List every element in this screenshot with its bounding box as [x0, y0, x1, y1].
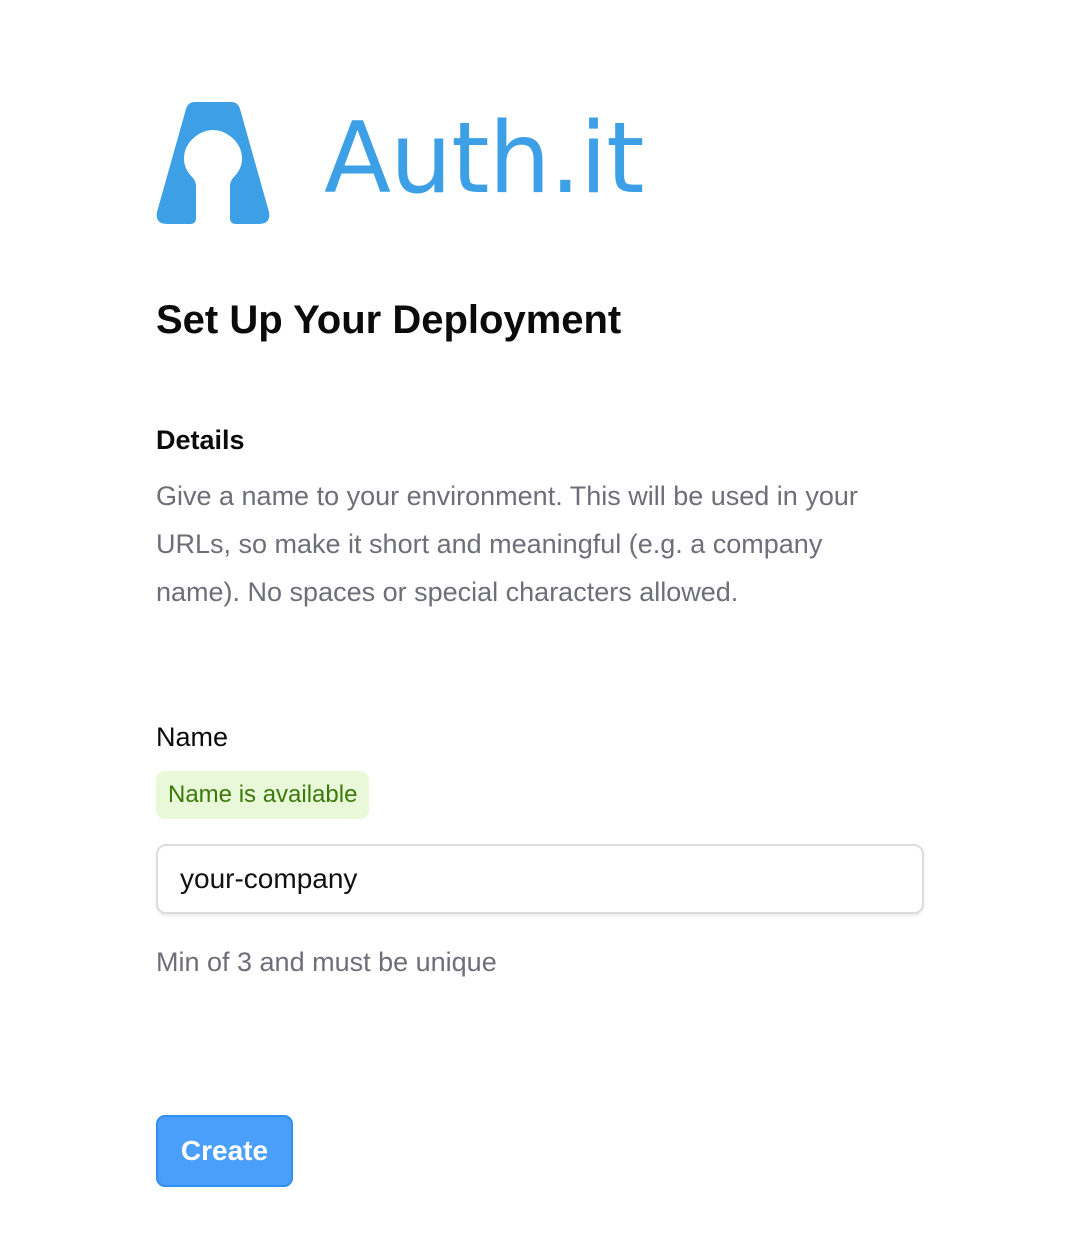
- details-heading: Details: [156, 425, 245, 455]
- brand-name: Auth.it: [324, 102, 644, 216]
- page-title: Set Up Your Deployment: [156, 298, 622, 342]
- name-label: Name: [156, 722, 229, 752]
- create-button[interactable]: Create: [156, 1115, 293, 1187]
- name-hint: Min of 3 and must be unique: [156, 947, 497, 977]
- keyhole-a-logo-icon: [156, 102, 270, 224]
- details-description: Give a name to your environment. This wi…: [156, 481, 858, 607]
- brand-header: Auth.it: [156, 102, 644, 224]
- name-input[interactable]: [156, 844, 924, 914]
- name-available-badge: Name is available: [156, 771, 370, 819]
